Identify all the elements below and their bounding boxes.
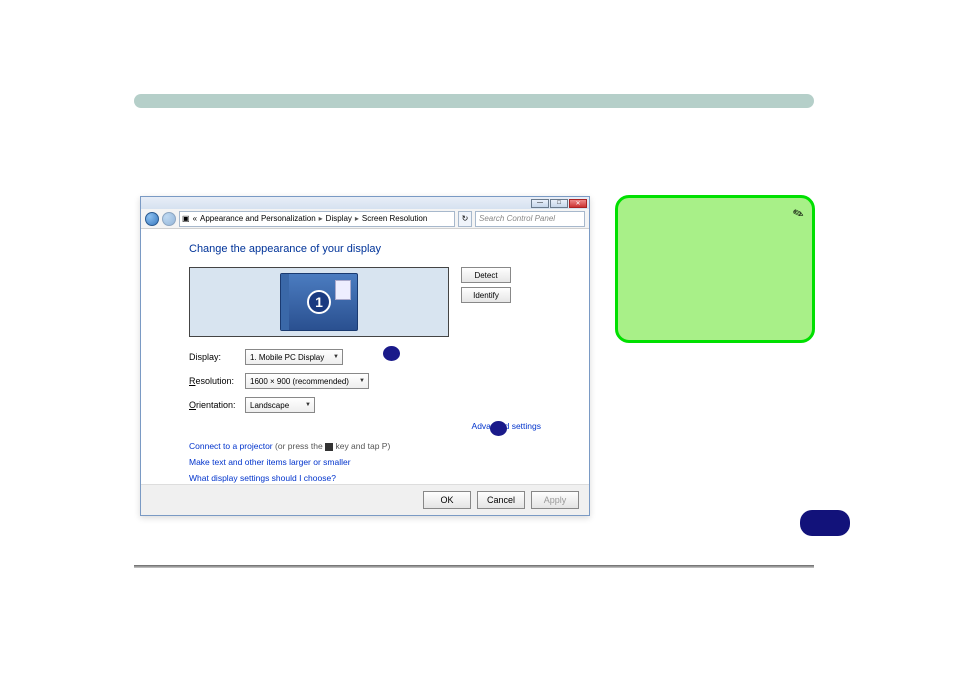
larger-text-link[interactable]: Make text and other items larger or smal… [189,457,351,467]
footer-divider [134,565,814,568]
breadcrumb-prefix: « [193,214,197,223]
resolution-row: Resolution: 1600 × 900 (recommended) [189,373,541,389]
breadcrumb-part[interactable]: Display [326,214,352,223]
content-area: Change the appearance of your display 1 … [141,229,589,499]
search-input[interactable]: Search Control Panel [475,211,585,227]
breadcrumb-separator: ▸ [319,214,323,223]
ok-button[interactable]: OK [423,491,471,509]
page-title: Change the appearance of your display [189,243,541,255]
display-dropdown[interactable]: 1. Mobile PC Display [245,349,343,365]
monitor-strip [281,274,289,330]
orientation-dropdown[interactable]: Landscape [245,397,315,413]
which-settings-row: What display settings should I choose? [189,473,541,483]
projector-row: Connect to a projector (or press the key… [189,441,541,451]
decorative-bar [134,94,814,108]
preview-buttons: Detect Identify [461,267,511,303]
detect-button[interactable]: Detect [461,267,511,283]
annotation-marker [490,421,507,436]
projector-hint-text: (or press the [275,441,325,451]
refresh-button[interactable]: ↻ [458,211,472,227]
address-icon: ▣ [182,214,190,223]
minimize-button[interactable]: — [531,199,549,208]
larger-text-row: Make text and other items larger or smal… [189,457,541,467]
projector-hint-text2: key and tap P) [335,441,390,451]
nav-toolbar: ▣ « Appearance and Personalization ▸ Dis… [141,209,589,229]
orientation-row: Orientation: Landscape [189,397,541,413]
resolution-label: Resolution: [189,376,245,386]
maximize-button[interactable]: □ [550,199,568,208]
forward-button[interactable] [162,212,176,226]
which-settings-link[interactable]: What display settings should I choose? [189,473,336,483]
monitor-thumbnail[interactable]: 1 [280,273,358,331]
annotation-marker [383,346,400,361]
close-button[interactable]: ✕ [569,199,587,208]
apply-button[interactable]: Apply [531,491,579,509]
page-indicator [800,510,850,536]
display-preview[interactable]: 1 [189,267,449,337]
monitor-number: 1 [307,290,331,314]
breadcrumb-part[interactable]: Appearance and Personalization [200,214,316,223]
identify-button[interactable]: Identify [461,287,511,303]
dialog-button-row: OK Cancel Apply [141,484,589,515]
note-callout: ✎ [615,195,815,343]
back-button[interactable] [145,212,159,226]
breadcrumb-separator: ▸ [355,214,359,223]
display-row: Display: 1. Mobile PC Display [189,349,541,365]
resolution-dropdown[interactable]: 1600 × 900 (recommended) [245,373,369,389]
pencil-icon: ✎ [791,205,807,224]
windows-key-icon [325,443,333,451]
window-titlebar: — □ ✕ [141,197,589,209]
screen-resolution-window: — □ ✕ ▣ « Appearance and Personalization… [140,196,590,516]
advanced-row: Advanced settings [189,421,541,431]
monitor-window-icon [335,280,351,300]
display-preview-row: 1 Detect Identify [189,267,541,337]
display-label: Display: [189,352,245,362]
connect-projector-link[interactable]: Connect to a projector [189,441,273,451]
cancel-button[interactable]: Cancel [477,491,525,509]
breadcrumb-part[interactable]: Screen Resolution [362,214,427,223]
orientation-label: Orientation: [189,400,245,410]
address-bar[interactable]: ▣ « Appearance and Personalization ▸ Dis… [179,211,455,227]
